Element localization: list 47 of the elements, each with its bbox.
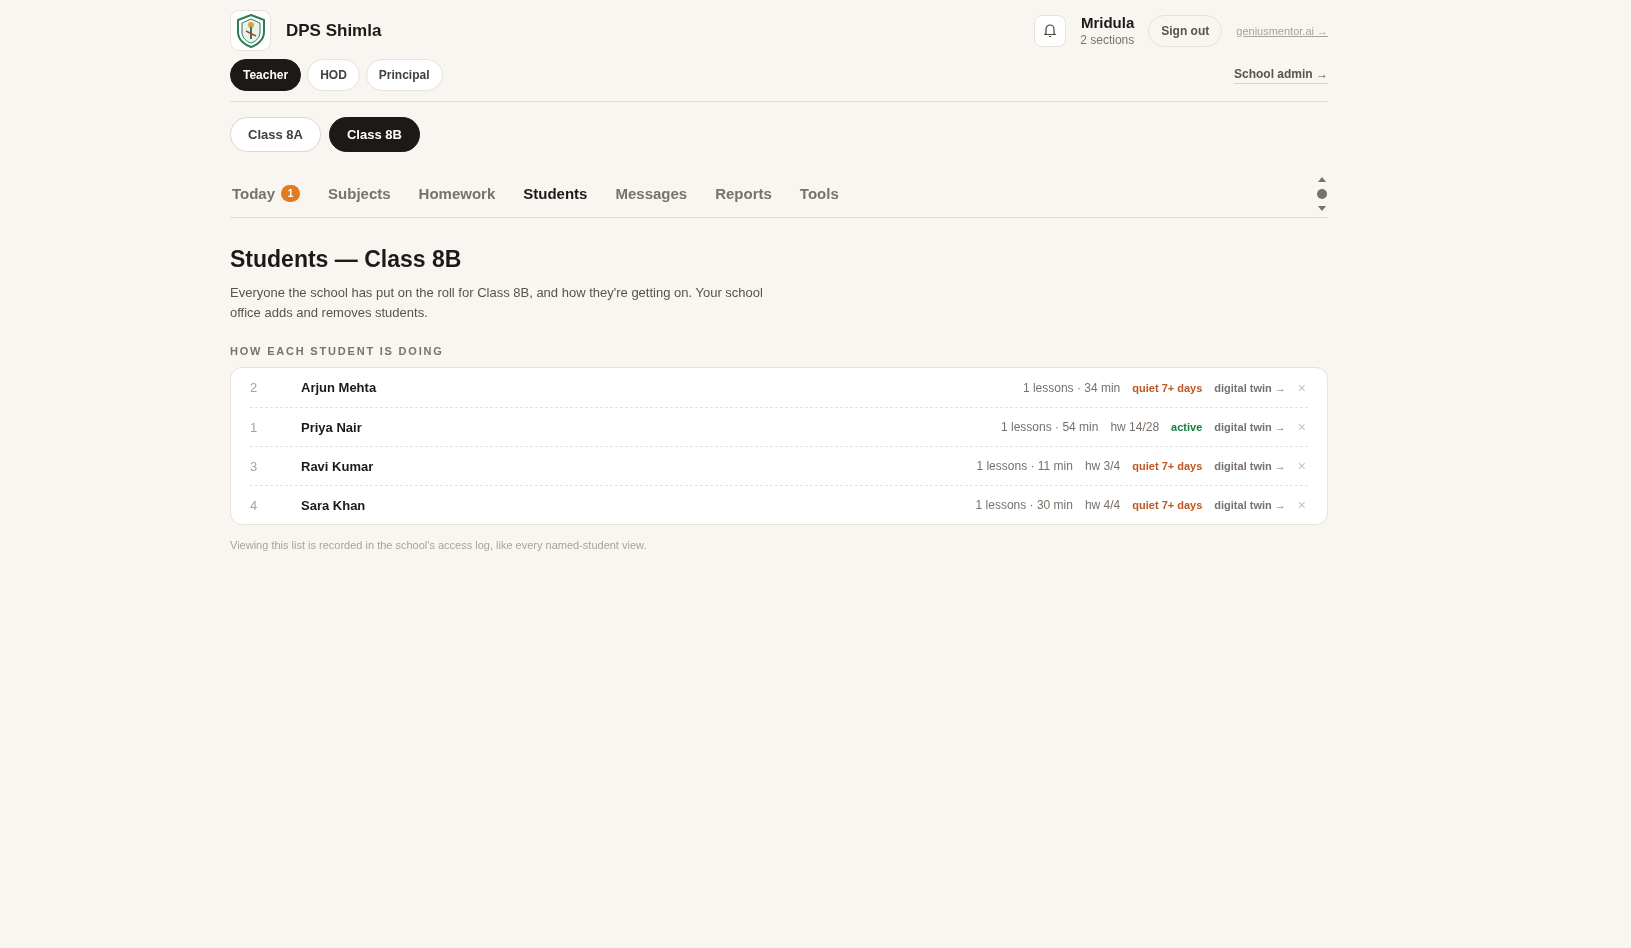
digital-twin-link[interactable]: digital twin → [1214, 381, 1286, 394]
digital-twin-link[interactable]: digital twin → [1214, 460, 1286, 472]
role-tab[interactable]: HOD [307, 59, 360, 91]
class-tab[interactable]: Class 8A [230, 117, 321, 152]
homework-stats: hw 14/28 [1110, 420, 1160, 434]
roll-number: 1 [250, 419, 259, 435]
roll-number: 2 [250, 380, 259, 395]
user-name: Mridula [1080, 14, 1135, 31]
lesson-stats: 1 lessons · 34 min [1022, 380, 1121, 395]
student-name: Arjun Mehta [301, 380, 378, 395]
school-name: DPS Shimla [286, 20, 382, 41]
roll-number: 4 [250, 497, 259, 513]
digital-twin-link[interactable]: digital twin → [1214, 421, 1286, 433]
activity-status: quiet 7+ days [1132, 381, 1203, 394]
role-tab[interactable]: Teacher [230, 59, 302, 91]
activity-status: quiet 7+ days [1132, 460, 1203, 472]
lesson-stats: 1 lessons · 11 min [976, 459, 1073, 473]
page-description: Everyone the school has put on the roll for Class 8B, and how they're getting on. Your school office adds and removes students. [230, 284, 764, 322]
site-link[interactable]: geniusmentor.ai → [1236, 24, 1328, 37]
roll-number: 3 [250, 458, 259, 474]
student-name: Priya Nair [301, 419, 363, 435]
section-label: HOW EACH STUDENT IS DOING [230, 345, 445, 357]
lesson-stats: 1 lessons · 30 min [975, 498, 1073, 512]
nav-tab[interactable]: Messages [613, 185, 690, 202]
nav-tab[interactable]: Subjects [326, 185, 393, 202]
nav-tab[interactable]: Tools [797, 185, 841, 202]
nav-tab[interactable]: Reports [713, 185, 774, 202]
school-admin-link[interactable]: School admin → [1234, 66, 1328, 84]
homework-stats: hw 3/4 [1084, 459, 1121, 473]
student-name: Sara Khan [301, 497, 367, 513]
bell-icon [1043, 23, 1058, 38]
nav-tab[interactable]: Students [521, 185, 590, 202]
class-tab[interactable]: Class 8B [328, 117, 420, 152]
page-title: Students — Class 8B [230, 246, 463, 273]
activity-status: quiet 7+ days [1132, 499, 1203, 511]
digital-twin-link[interactable]: digital twin → [1214, 499, 1286, 511]
nav-tab[interactable]: Today 1 [230, 185, 303, 202]
lesson-stats: 1 lessons · 54 min [1001, 420, 1099, 434]
count-badge: 1 [281, 185, 301, 202]
access-log-note: Viewing this list is recorded in the school's access log, like every named-student view. [230, 539, 648, 551]
role-tab[interactable]: Principal [365, 59, 443, 91]
notifications-button[interactable] [1034, 14, 1067, 47]
activity-status: active [1171, 421, 1203, 433]
homework-stats: hw 4/4 [1084, 498, 1121, 512]
user-sections: 2 sections [1080, 33, 1135, 47]
student-name: Ravi Kumar [301, 458, 375, 474]
nav-tab[interactable]: Homework [416, 185, 498, 202]
